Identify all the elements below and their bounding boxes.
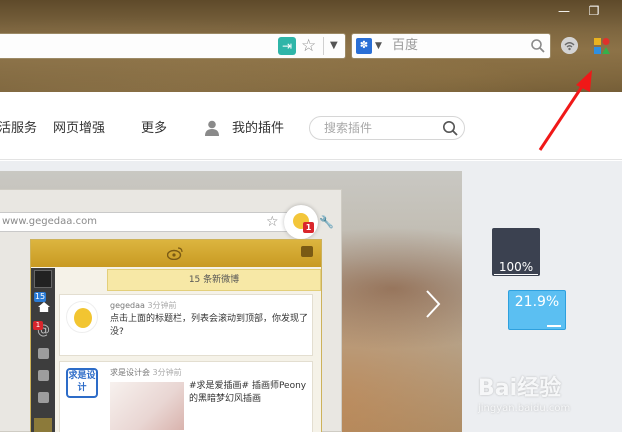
memory-tile[interactable]: 100% xyxy=(492,228,540,276)
progress-bar xyxy=(494,274,538,275)
avatar xyxy=(34,270,52,288)
mention-count-badge: 1 xyxy=(33,321,43,330)
weibo-panel: 15 @ 1 15 条新微博 gegedaa 3分钟前 点击上面的标题栏，列表会… xyxy=(30,239,322,432)
illustration-thumbnail xyxy=(110,382,184,430)
my-plugins-link[interactable]: 我的插件 xyxy=(232,120,284,138)
progress-bar xyxy=(547,325,561,327)
search-icon[interactable] xyxy=(530,38,546,54)
nav-item-more[interactable]: 更多 xyxy=(141,120,167,138)
wrench-icon: 🔧 xyxy=(319,215,334,229)
memory-percent: 100% xyxy=(498,260,534,274)
search-icon[interactable] xyxy=(442,120,458,136)
banner-mock-browser: www.gegedaa.com ☆ 1 🔧 15 @ 1 15 条新微博 geg… xyxy=(0,189,342,432)
notification-badge: 1 xyxy=(303,222,314,233)
watermark-logo: Bai经验 xyxy=(478,376,562,401)
post-user: 求是设计会 3分钟前 xyxy=(110,368,182,377)
new-posts-bar: 15 条新微博 xyxy=(107,269,321,291)
cpu-tile[interactable]: 21.9% xyxy=(508,290,566,330)
search-engine-icon[interactable]: ✽ xyxy=(356,38,372,54)
mock-url: www.gegedaa.com xyxy=(2,216,97,227)
post-text: 点击上面的标题栏，列表会滚动到顶部，你发现了没? xyxy=(110,314,309,337)
address-bar[interactable]: ⇥ ☆ ▼ xyxy=(0,33,346,59)
weibo-sidebar: 15 @ 1 xyxy=(31,268,55,432)
chick-plugin-button: 1 xyxy=(284,205,318,239)
nav-item-web-enhance[interactable]: 网页增强 xyxy=(53,120,105,138)
nav-item-life-services[interactable]: 活服务 xyxy=(0,120,37,138)
search-input[interactable]: 百度 xyxy=(392,34,418,58)
avatar xyxy=(66,301,98,333)
home-icon xyxy=(38,302,50,312)
search-box[interactable]: ✽ ▼ 百度 xyxy=(351,33,551,59)
next-slide-icon[interactable] xyxy=(424,289,442,319)
plugin-search-field[interactable]: 搜索插件 xyxy=(309,116,465,140)
chevron-down-icon[interactable]: ▼ xyxy=(330,36,338,56)
chevron-down-icon[interactable]: ▼ xyxy=(375,37,382,55)
bookmark-star-icon[interactable]: ☆ xyxy=(301,35,316,57)
baidu-jingyan-watermark: Bai经验 jingyan.baidu.com xyxy=(470,376,620,430)
weibo-icon xyxy=(167,247,183,260)
selected-item xyxy=(34,418,52,432)
unread-count-badge: 15 xyxy=(34,292,46,302)
reader-mode-icon[interactable]: ⇥ xyxy=(278,37,296,55)
favorite-icon xyxy=(38,370,49,381)
wifi-icon[interactable] xyxy=(561,37,578,54)
post-text: #求是爱插画# 插画师Peony的黑暗梦幻风插画 xyxy=(189,381,307,404)
browser-chrome: — ❐ ⇥ ☆ ▼ ✽ ▼ 百度 xyxy=(0,0,622,92)
app-center-icon[interactable] xyxy=(593,37,611,55)
post-card: 求是设计 求是设计会 3分钟前 #求是爱插画# 插画师Peony的黑暗梦幻风插画 xyxy=(59,361,313,432)
user-icon xyxy=(205,120,219,136)
weibo-panel-header xyxy=(31,240,321,267)
comment-icon xyxy=(38,348,49,359)
post-user: gegedaa 3分钟前 xyxy=(110,301,177,310)
profile-icon xyxy=(38,392,49,403)
qiushi-logo: 求是设计 xyxy=(66,368,98,398)
post-card: gegedaa 3分钟前 点击上面的标题栏，列表会滚动到顶部，你发现了没? xyxy=(59,294,313,356)
restore-button[interactable]: ❐ xyxy=(586,4,602,18)
chat-icon xyxy=(301,246,313,257)
plugin-nav-bar: 活服务 网页增强 更多 我的插件 搜索插件 xyxy=(0,92,622,160)
mock-address-bar: www.gegedaa.com xyxy=(0,212,290,232)
minimize-button[interactable]: — xyxy=(556,4,572,18)
address-separator xyxy=(323,37,324,55)
plugin-search-input[interactable]: 搜索插件 xyxy=(324,117,372,139)
watermark-url: jingyan.baidu.com xyxy=(478,403,571,414)
cpu-percent: 21.9% xyxy=(514,294,560,310)
star-icon: ☆ xyxy=(266,214,279,230)
